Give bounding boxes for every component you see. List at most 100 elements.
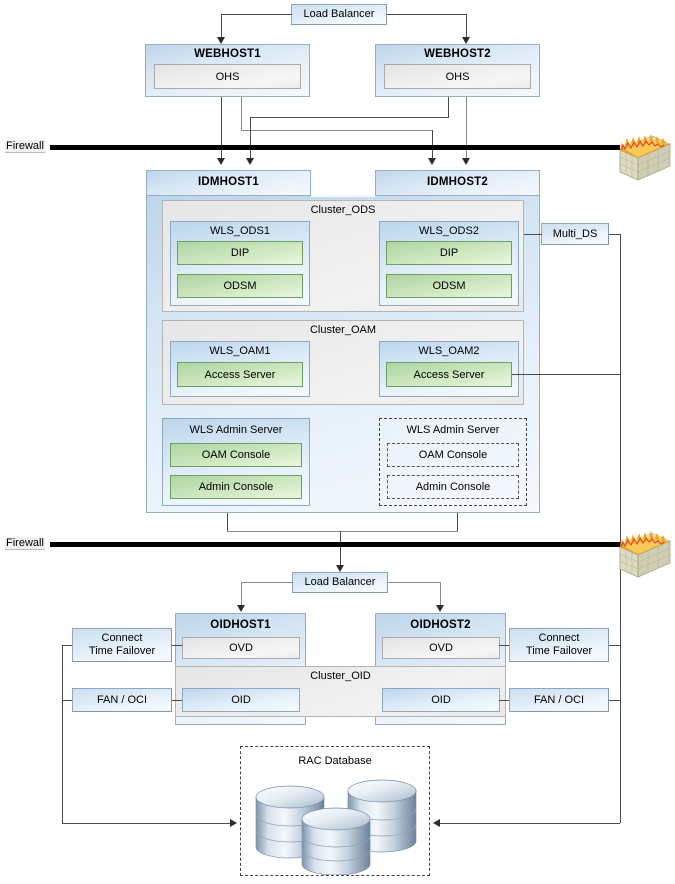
server-wls-ods2-label: WLS_ODS2 [419,225,479,237]
conn-web2-idm2-arrow [462,158,470,165]
component-ovd-2-label: OVD [429,642,453,654]
component-odsm-2-label: ODSM [432,280,466,292]
load-balancer-dir[interactable]: Load Balancer [292,572,388,593]
conn-web2-idm1-seg3 [250,117,251,160]
database-cylinders [255,779,417,875]
lb-web-branch-right [387,14,466,15]
conn-admin-standby-down [457,513,458,531]
conn-right-rail-to-db-arrow [433,819,440,827]
component-ohs-2-label: OHS [445,70,470,83]
lb-dir-branch-left-down [241,582,242,606]
load-balancer-web-label: Load Balancer [303,8,375,21]
component-oam-console-standby[interactable]: OAM Console [387,443,519,467]
component-access-server-2[interactable]: Access Server [386,362,512,387]
firewall-label-2: Firewall [5,537,45,550]
conn-admin-join [227,531,458,532]
lb-dir-branch-left [241,582,293,583]
architecture-diagram: Load Balancer WEBHOST1 OHS WEBHOST2 OHS … [0,0,675,884]
component-ohs-1[interactable]: OHS [154,64,301,89]
conn-web2-idm1-seg2 [250,117,449,118]
multi-ds-label: Multi_DS [552,227,598,240]
component-oid-2[interactable]: OID [382,688,500,712]
host-oidhost1-title: OIDHOST1 [210,619,271,631]
component-odsm-1-label: ODSM [223,280,257,292]
conn-left-rail-to-db [62,823,230,824]
conn-web1-idm1-arrow [217,158,225,165]
server-wls-oam2-label: WLS_OAM2 [418,345,480,357]
connect-time-failover-right-line2: Time Failover [525,645,593,657]
conn-right-rail-to-db [440,823,620,824]
component-dip-2-label: DIP [439,247,459,259]
component-access-server-1-label: Access Server [204,368,276,381]
lb-dir-arrow-right [436,605,444,612]
component-oid-2-label: OID [431,694,451,706]
server-wls-ods1-label: WLS_ODS1 [210,225,270,237]
rac-database-label: RAC Database [298,755,372,767]
component-access-server-1[interactable]: Access Server [177,362,303,387]
cluster-oid-label: Cluster_OID [310,670,371,682]
conn-host-to-fan-right [499,700,509,701]
lb-dir-arrow-left [237,605,245,612]
conn-web2-idm1-arrow [246,158,254,165]
component-admin-console-standby-label: Admin Console [415,481,491,493]
host-webhost2-title: WEBHOST2 [424,48,491,60]
component-admin-console-active[interactable]: Admin Console [170,475,302,499]
multi-ds-box[interactable]: Multi_DS [541,223,609,245]
host-idmhost2-title: IDMHOST2 [426,176,489,188]
component-ovd-1-label: OVD [229,642,253,654]
component-ovd-1[interactable]: OVD [182,637,300,659]
conn-host-to-ctf-right [499,645,509,646]
fan-oci-right[interactable]: FAN / OCI [509,688,609,712]
fan-oci-left[interactable]: FAN / OCI [72,688,172,712]
server-wls-oam1-label: WLS_OAM1 [209,345,271,357]
conn-ctf-left-rail [62,645,72,646]
component-admin-console-standby[interactable]: Admin Console [387,475,519,499]
lb-web-arrow-left [217,37,225,44]
conn-fan-left-to-host [172,700,182,701]
connect-time-failover-left[interactable]: Connect Time Failover [72,628,172,662]
conn-app-to-lb-dir [340,531,341,568]
conn-admin-active-down [227,513,228,531]
host-webhost1-title: WEBHOST1 [194,48,261,60]
fan-oci-right-label: FAN / OCI [533,693,585,706]
component-dip-1[interactable]: DIP [177,241,303,265]
component-ohs-1-label: OHS [215,70,240,83]
component-oam-console-active[interactable]: OAM Console [170,443,302,467]
lb-dir-branch-right-down [440,582,441,606]
admin-server-standby-label: WLS Admin Server [406,424,500,436]
load-balancer-dir-label: Load Balancer [304,576,376,589]
component-oam-console-active-label: OAM Console [201,449,271,461]
firewall-brick-icon-2 [619,531,671,578]
component-ohs-2[interactable]: OHS [384,64,531,89]
component-oid-1[interactable]: OID [182,688,300,712]
conn-fan-left-rail [62,700,72,701]
lb-dir-branch-right [388,582,440,583]
firewall-brick-icon-1 [619,134,671,181]
component-dip-2[interactable]: DIP [386,241,512,265]
component-odsm-2[interactable]: ODSM [386,274,512,298]
app-tier-header-gap [311,195,375,197]
admin-server-active-label: WLS Admin Server [189,424,283,436]
component-ovd-2[interactable]: OVD [382,637,500,659]
firewall-label-1: Firewall [5,140,45,153]
conn-oam2-rail [512,374,620,375]
conn-web2-idm2 [466,97,467,160]
component-oam-console-standby-label: OAM Console [418,449,488,461]
lb-web-arrow-right [462,37,470,44]
conn-app-to-lb-dir-arrow [336,565,344,572]
component-access-server-2-label: Access Server [413,368,485,381]
firewall-line-2 [50,542,620,547]
left-rail-vertical [62,645,63,823]
conn-web1-idm2-arrow [428,158,436,165]
conn-web1-idm2-seg1 [241,97,242,130]
connect-time-failover-right[interactable]: Connect Time Failover [509,628,609,662]
load-balancer-web[interactable]: Load Balancer [291,4,387,25]
connect-time-failover-left-line1: Connect [101,632,143,645]
component-odsm-1[interactable]: ODSM [177,274,303,298]
conn-ods2-multids [524,234,542,235]
conn-web2-idm1-seg1 [448,97,449,117]
lb-web-branch-left-down [221,14,222,38]
component-dip-1-label: DIP [230,247,250,259]
conn-left-rail-to-db-arrow [230,819,237,827]
cluster-ods-label: Cluster_ODS [310,204,376,216]
